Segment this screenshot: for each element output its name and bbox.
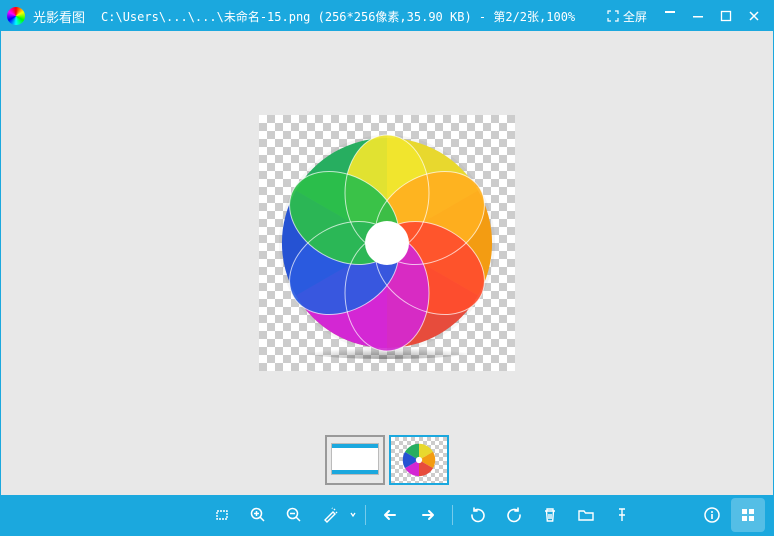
minimize-button[interactable] <box>685 3 711 29</box>
arrow-right-icon <box>417 506 437 524</box>
rotate-right-icon <box>505 506 523 524</box>
actual-size-icon <box>213 506 231 524</box>
window-controls: 全屏 <box>599 3 767 29</box>
arrow-left-icon <box>381 506 401 524</box>
title-path-info: C:\Users\...\...\未命名-15.png (256*256像素,3… <box>101 8 575 25</box>
magic-edit-button[interactable] <box>313 498 347 532</box>
fullscreen-icon <box>607 10 619 22</box>
actual-size-button[interactable] <box>205 498 239 532</box>
next-button[interactable] <box>410 498 444 532</box>
bottom-toolbar <box>1 495 773 535</box>
thumbnail-1[interactable] <box>325 435 385 485</box>
close-button[interactable] <box>741 3 767 29</box>
minimize-icon <box>692 10 704 22</box>
thumbnail-strip <box>325 435 449 485</box>
displayed-image <box>259 115 515 371</box>
zoom-in-icon <box>249 506 267 524</box>
pin-button[interactable] <box>605 498 639 532</box>
delete-button[interactable] <box>533 498 567 532</box>
thumbnail-1-preview <box>331 443 379 475</box>
pin-icon <box>613 506 631 524</box>
info-button[interactable] <box>695 498 729 532</box>
fullscreen-button[interactable]: 全屏 <box>599 3 655 29</box>
dash-icon <box>663 9 677 23</box>
app-icon <box>7 7 25 25</box>
magic-wand-icon <box>321 506 339 524</box>
thumbnail-view-button[interactable] <box>731 498 765 532</box>
maximize-icon <box>720 10 732 22</box>
rotate-left-button[interactable] <box>461 498 495 532</box>
maximize-button[interactable] <box>713 3 739 29</box>
settings-button[interactable] <box>657 3 683 29</box>
close-icon <box>748 10 760 22</box>
title-bar: 光影看图 C:\Users\...\...\未命名-15.png (256*25… <box>1 1 773 31</box>
app-title: 光影看图 <box>33 7 85 26</box>
zoom-out-icon <box>285 506 303 524</box>
grid-icon <box>739 506 757 524</box>
thumbnail-2-preview <box>401 442 437 478</box>
toolbar-separator <box>452 505 453 525</box>
prev-button[interactable] <box>374 498 408 532</box>
toolbar-separator <box>365 505 366 525</box>
zoom-in-button[interactable] <box>241 498 275 532</box>
zoom-out-button[interactable] <box>277 498 311 532</box>
rotate-right-button[interactable] <box>497 498 531 532</box>
fullscreen-label: 全屏 <box>623 8 647 25</box>
folder-icon <box>577 506 595 524</box>
thumbnail-2[interactable] <box>389 435 449 485</box>
open-folder-button[interactable] <box>569 498 603 532</box>
image-viewer[interactable] <box>1 31 773 495</box>
trash-icon <box>541 506 559 524</box>
dropdown-icon[interactable] <box>349 506 357 524</box>
rotate-left-icon <box>469 506 487 524</box>
info-icon <box>703 506 721 524</box>
color-wheel-image <box>271 127 503 359</box>
